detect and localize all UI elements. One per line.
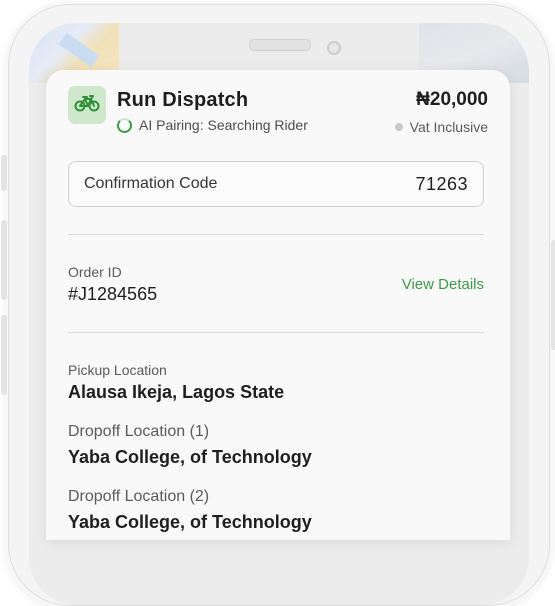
order-id-label: Order ID xyxy=(68,264,122,280)
phone-camera xyxy=(327,41,341,55)
pickup-location-value: Alausa Ikeja, Lagos State xyxy=(68,382,285,402)
divider xyxy=(68,234,484,235)
order-header: Run Dispatch AI Pairing: Searching Rider… xyxy=(68,86,488,138)
phone-side-button xyxy=(1,315,7,395)
dot-icon xyxy=(394,123,403,131)
dispatch-card: Run Dispatch AI Pairing: Searching Rider… xyxy=(46,70,510,540)
order-title: Run Dispatch xyxy=(117,89,249,111)
phone-power-button xyxy=(551,240,555,350)
phone-side-button xyxy=(1,155,7,191)
phone-speaker xyxy=(249,39,311,51)
vat-note: Vat Inclusive xyxy=(394,119,488,135)
vehicle-badge xyxy=(68,86,106,124)
order-id-value: #J1284565 xyxy=(68,284,158,304)
bicycle-icon xyxy=(74,94,100,117)
phone-side-button xyxy=(1,220,7,300)
dropoff-location-value: Yaba College, of Technology xyxy=(68,512,312,532)
pickup-location-label: Pickup Location xyxy=(68,362,167,378)
dropoff-location-label: Dropoff Location (1) xyxy=(68,423,210,440)
loading-spinner-icon xyxy=(117,117,132,133)
dropoff-location-label: Dropoff Location (2) xyxy=(68,488,210,505)
confirmation-code-value: 71263 xyxy=(415,173,468,194)
order-price: ₦20,000 xyxy=(416,89,488,110)
vat-note-text: Vat Inclusive xyxy=(409,119,488,135)
confirmation-code-label: Confirmation Code xyxy=(84,175,218,192)
dropoff-location-value: Yaba College, of Technology xyxy=(68,447,312,467)
divider xyxy=(68,332,484,333)
confirmation-code-field: Confirmation Code 71263 xyxy=(68,161,484,207)
pairing-status-text: AI Pairing: Searching Rider xyxy=(139,117,308,133)
view-details-link[interactable]: View Details xyxy=(402,276,484,293)
pairing-status: AI Pairing: Searching Rider xyxy=(117,117,308,133)
